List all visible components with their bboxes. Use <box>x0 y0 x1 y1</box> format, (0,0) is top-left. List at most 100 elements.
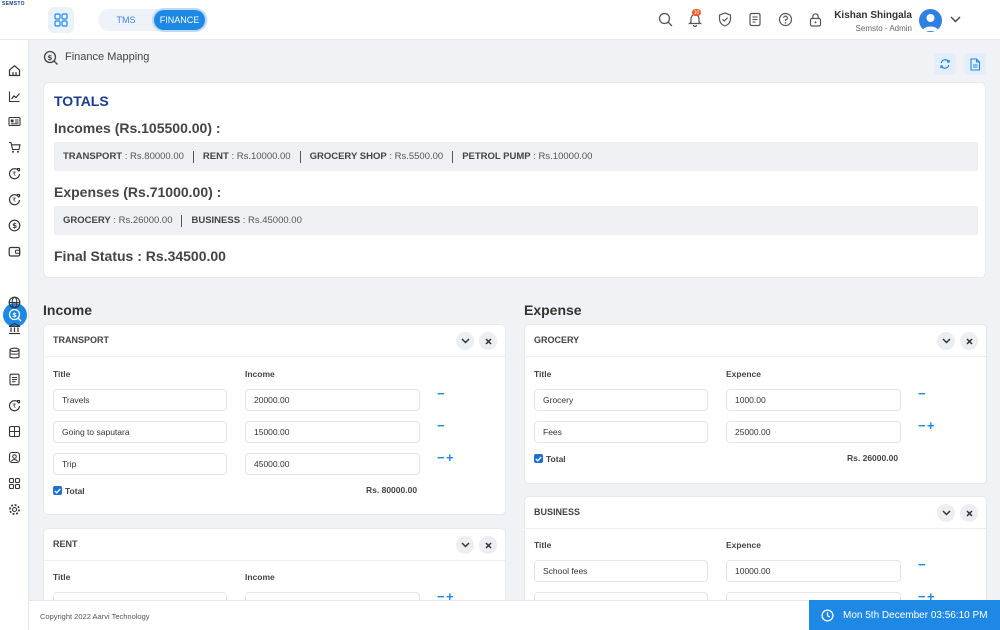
sidebar-item-cart[interactable] <box>6 139 23 156</box>
summary-value: : Rs.26000.00 <box>113 215 173 226</box>
apps-icon <box>8 477 21 490</box>
title-input[interactable]: Grocery <box>534 389 708 411</box>
top-bar: SEMSTO TMS FINANCE 10 Kishan Shingala Se… <box>0 0 1000 40</box>
title-input[interactable]: Fees <box>534 421 708 443</box>
incomes-heading: Incomes (Rs.105500.00) : <box>54 120 221 136</box>
amount-input[interactable]: 25000.00 <box>726 421 901 443</box>
total-checkbox[interactable] <box>534 454 543 463</box>
totals-card: TOTALS Incomes (Rs.105500.00) : TRANSPOR… <box>43 82 986 278</box>
title-input[interactable]: Trip <box>53 453 227 475</box>
logo[interactable]: SEMSTO <box>2 1 25 7</box>
sidebar-item-modules[interactable] <box>6 423 23 440</box>
title-column-label: Title <box>53 369 71 379</box>
sidebar-item-globe[interactable] <box>6 294 23 311</box>
amount-input[interactable]: 45000.00 <box>245 453 420 475</box>
card-title: RENT <box>53 539 78 549</box>
collapse-button[interactable] <box>456 536 474 554</box>
value-column-label: Income <box>245 572 275 582</box>
chevron-down-icon <box>460 542 470 548</box>
remove-card-button[interactable] <box>479 332 497 350</box>
sidebar-item-analytics[interactable] <box>6 88 23 105</box>
total-checkbox[interactable] <box>53 486 62 495</box>
sidebar-item-database[interactable] <box>6 345 23 362</box>
sidebar-item-finance-3[interactable]: ₹ <box>6 397 23 414</box>
remove-row-button[interactable]: − <box>437 451 445 464</box>
collapse-button[interactable] <box>456 332 474 350</box>
card-total-value: Rs. 26000.00 <box>847 453 899 463</box>
avatar[interactable] <box>919 9 942 32</box>
finance-mapping-page-icon: $ <box>43 50 59 68</box>
remove-row-button[interactable]: − <box>918 419 926 432</box>
remove-row-button[interactable]: − <box>437 419 445 432</box>
summary-label: RENT <box>202 151 229 162</box>
apps-grid-button[interactable] <box>48 7 74 33</box>
title-input[interactable]: School fees <box>534 560 708 582</box>
summary-label: TRANSPORT <box>63 151 123 162</box>
refresh-button[interactable] <box>934 53 956 75</box>
sidebar-item-finance-2[interactable]: ₹ <box>6 191 23 208</box>
title-column-label: Title <box>534 540 552 550</box>
sidebar: ₹ ₹ $ $ ₹ <box>0 40 29 630</box>
sidebar-item-wallet[interactable] <box>6 243 23 260</box>
sidebar-item-cards[interactable] <box>6 113 23 130</box>
expense-heading: Expense <box>524 302 582 318</box>
sync-icon <box>940 59 950 69</box>
collapse-button[interactable] <box>937 332 955 350</box>
tab-tms[interactable]: TMS <box>102 10 150 30</box>
remove-card-button[interactable] <box>960 504 978 522</box>
svg-text:₹: ₹ <box>12 403 16 410</box>
gear-icon <box>9 504 20 515</box>
help-button[interactable] <box>776 10 794 28</box>
user-menu-toggle[interactable] <box>946 10 964 28</box>
expenses-heading: Expenses (Rs.71000.00) : <box>54 184 222 200</box>
add-row-button[interactable]: + <box>927 419 935 432</box>
security-button[interactable] <box>716 10 734 28</box>
remove-row-button[interactable]: − <box>918 387 926 400</box>
summary-label: PETROL PUMP <box>462 151 531 162</box>
apps-grid-icon <box>54 13 68 27</box>
summary-value: : Rs.10000.00 <box>231 151 291 162</box>
summary-label: BUSINESS <box>191 215 241 226</box>
card-header: BUSINESS <box>525 497 986 529</box>
expense-summary-strip: GROCERY : Rs.26000.00 BUSINESS : Rs.4500… <box>54 206 978 235</box>
sidebar-item-money[interactable]: $ <box>6 217 23 234</box>
amount-input[interactable]: 20000.00 <box>245 389 420 411</box>
pdf-file-icon <box>970 57 981 71</box>
title-input[interactable]: Going to saputara <box>53 421 227 443</box>
value-column-label: Income <box>245 369 275 379</box>
sidebar-item-home[interactable] <box>6 62 23 79</box>
finance-cycle-icon: ₹ <box>8 167 21 180</box>
notes-icon <box>749 12 761 26</box>
collapse-button[interactable] <box>937 504 955 522</box>
id-card-icon <box>8 116 21 127</box>
grocery-card: GROCERY Title Expence Grocery 1000.00 − … <box>524 324 987 484</box>
remove-card-button[interactable] <box>960 332 978 350</box>
close-icon <box>965 337 973 345</box>
sidebar-item-apps[interactable] <box>6 475 23 492</box>
finance-cycle-icon: ₹ <box>8 193 21 206</box>
sidebar-item-documents[interactable] <box>6 371 23 388</box>
sidebar-item-finance-1[interactable]: ₹ <box>6 165 23 182</box>
divider <box>192 150 194 163</box>
summary-label: GROCERY SHOP <box>309 151 387 162</box>
card-title: BUSINESS <box>534 507 581 517</box>
remove-row-button[interactable]: − <box>918 558 926 571</box>
sidebar-item-settings[interactable] <box>6 501 23 518</box>
tab-finance[interactable]: FINANCE <box>154 10 205 30</box>
notes-button[interactable] <box>746 10 764 28</box>
svg-text:$: $ <box>48 54 53 62</box>
sidebar-item-bank[interactable] <box>6 320 23 337</box>
search-button[interactable] <box>656 10 674 28</box>
export-pdf-button[interactable] <box>964 53 986 75</box>
remove-row-button[interactable]: − <box>437 387 445 400</box>
title-input[interactable]: Travels <box>53 389 227 411</box>
remove-card-button[interactable] <box>479 536 497 554</box>
add-row-button[interactable]: + <box>446 451 454 464</box>
amount-input[interactable]: 15000.00 <box>245 421 420 443</box>
sidebar-item-profile[interactable] <box>6 449 23 466</box>
chevron-down-icon <box>460 338 470 344</box>
amount-input[interactable]: 10000.00 <box>726 560 901 582</box>
income-heading: Income <box>43 302 93 318</box>
amount-input[interactable]: 1000.00 <box>726 389 901 411</box>
transport-card: TRANSPORT Title Income Travels 20000.00 … <box>43 324 506 515</box>
